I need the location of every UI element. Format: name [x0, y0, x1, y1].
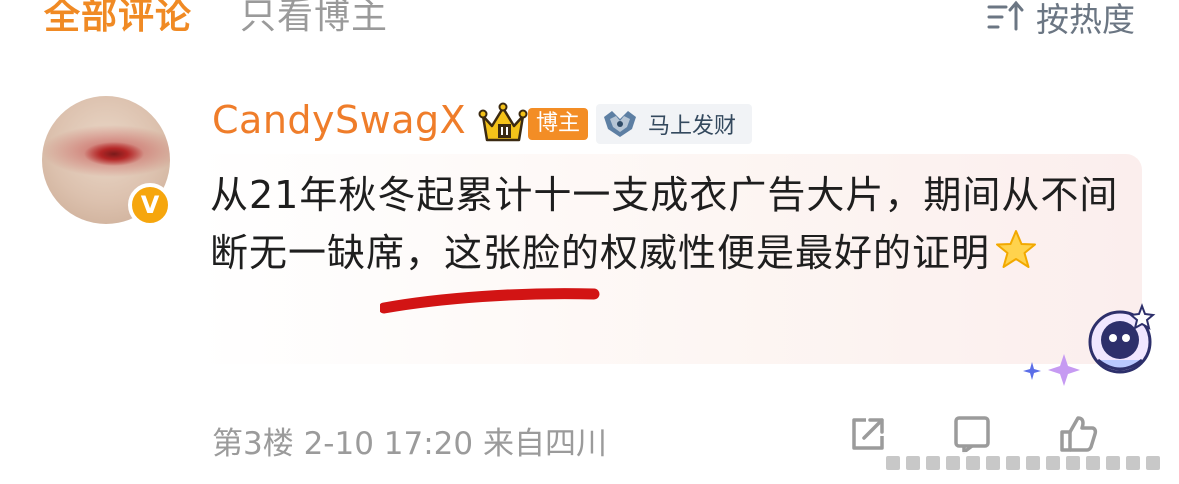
watermark-strip [876, 452, 1176, 474]
medal-badge[interactable]: 马上发财 [596, 104, 752, 144]
comment-tabs: 全部评论 只看博主 按热度 [0, 0, 1179, 50]
mascot-sticker [1088, 303, 1156, 374]
sort-by-popularity-button[interactable]: 按热度 [986, 0, 1135, 42]
tab-all-comments[interactable]: 全部评论 [44, 0, 192, 42]
star-icon [996, 230, 1037, 268]
comment-meta: 第3楼 2-10 17:20 来自四川 [212, 426, 607, 462]
username[interactable]: CandySwagX [212, 98, 466, 142]
red-marker-stroke [380, 288, 600, 314]
verified-badge-icon: V [128, 183, 172, 227]
comment-text: 从21年秋冬起累计十一支成衣广告大片，期间从不间断无一缺席，这张脸的权威性便是最… [210, 173, 1119, 275]
sort-label: 按热度 [1036, 0, 1135, 39]
tab-blogger-only[interactable]: 只看博主 [240, 0, 388, 42]
crown-icon [478, 102, 528, 142]
blogger-badge: 博主 [528, 108, 588, 140]
medal-label: 马上发财 [648, 114, 737, 139]
sparkle-icon [1023, 354, 1080, 386]
sort-icon [987, 0, 1024, 31]
medal-icon [604, 111, 636, 137]
comment-body: 从21年秋冬起累计十一支成衣广告大片，期间从不间断无一缺席，这张脸的权威性便是最… [210, 166, 1130, 282]
